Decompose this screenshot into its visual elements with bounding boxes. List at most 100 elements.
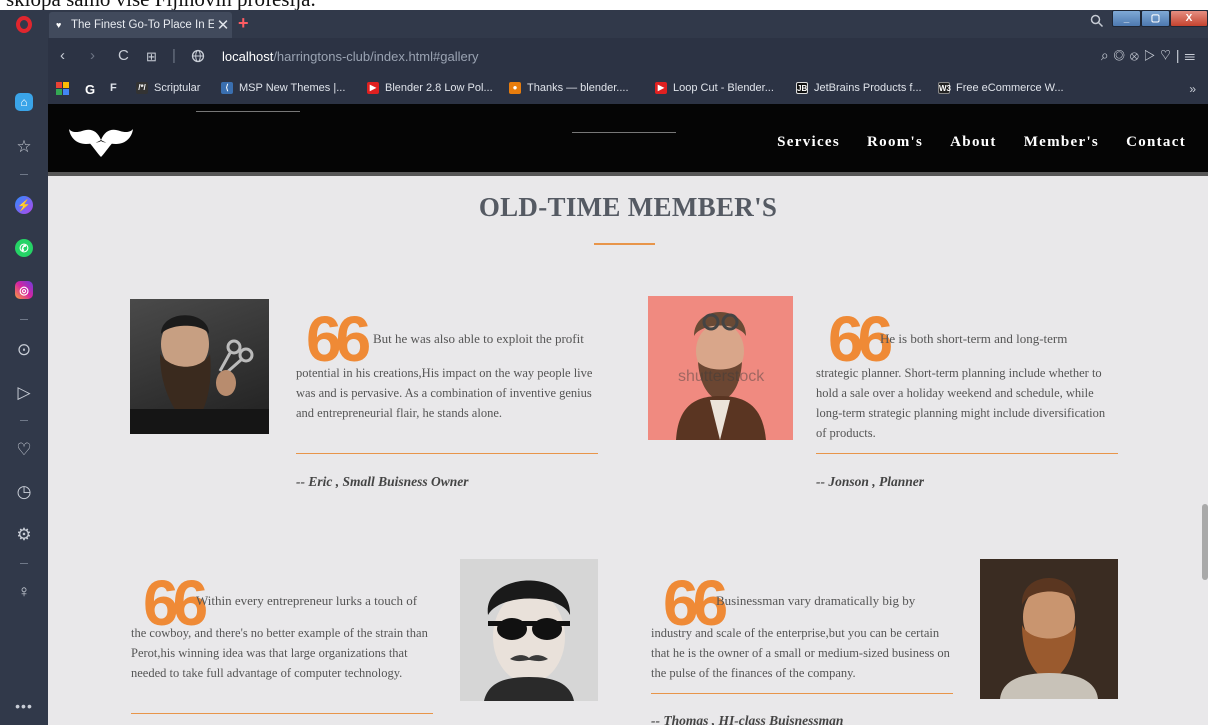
- heart-icon[interactable]: ♡: [1160, 47, 1176, 63]
- tabs-grid-icon[interactable]: ⊞: [146, 49, 157, 65]
- history-icon[interactable]: ◷: [0, 482, 48, 502]
- title-underline: [594, 243, 655, 245]
- quote-first-line: He is both short-term and long-term: [880, 331, 1068, 346]
- quote-body: potential in his creations,His impact on…: [296, 366, 593, 420]
- bookmark-item[interactable]: ● Thanks — blender....: [509, 82, 629, 94]
- easy-setup-icon[interactable]: ☰: [1185, 47, 1201, 63]
- section-title: OLD-TIME MEMBER'S: [478, 192, 778, 222]
- address-divider: |: [172, 47, 176, 64]
- testimonial-card: 66 Within every entrepreneur lurks a tou…: [131, 571, 436, 723]
- bookmark-item[interactable]: JB JetBrains Products f...: [796, 82, 922, 94]
- bookmark-label: Thanks — blender....: [527, 82, 629, 94]
- instagram-icon[interactable]: ◎: [0, 281, 48, 299]
- mustache-logo-icon[interactable]: [68, 128, 134, 163]
- google-icon[interactable]: G: [85, 82, 95, 97]
- address-actions: ⌕◎⊗▷♡|☰: [1101, 47, 1200, 64]
- site-navbar: Services Room's About Member's Contact: [48, 104, 1208, 176]
- nav-link-members[interactable]: Member's: [1024, 134, 1099, 151]
- reload-button[interactable]: C: [118, 47, 129, 64]
- nav-decor-line: [572, 132, 676, 133]
- nav-decor-line: [196, 111, 300, 112]
- sidebar-divider: [20, 563, 28, 564]
- bookmark-label: Blender 2.8 Low Pol...: [385, 82, 493, 94]
- bookmark-label: MSP New Themes |...: [239, 82, 346, 94]
- tips-icon[interactable]: ♀: [0, 582, 48, 602]
- quote-author: -- Thomas , HI-class Buisnessman: [651, 713, 844, 725]
- back-button[interactable]: ‹: [60, 47, 65, 64]
- send-icon[interactable]: ▷: [1144, 47, 1160, 63]
- member-photo-jonson: shutterstock: [648, 296, 793, 440]
- testimonial-card: 66 But he was also able to exploit the p…: [296, 307, 598, 504]
- tab-search-icon[interactable]: [1090, 14, 1104, 31]
- quote-author: -- Jonson , Planner: [816, 474, 925, 489]
- bookmark-item[interactable]: ⟨ MSP New Themes |...: [221, 82, 345, 94]
- sidebar-divider: [20, 319, 28, 320]
- find-icon[interactable]: ⌕: [1101, 47, 1114, 63]
- quote-body: industry and scale of the enterprise,but…: [651, 626, 950, 680]
- quote-author: -- Eric , Small Buisness Owner: [296, 474, 469, 489]
- bookmarks-icon[interactable]: ☆: [0, 137, 48, 157]
- member-photo-eric: [130, 299, 269, 434]
- quote-body: strategic planner. Short-term planning i…: [816, 366, 1106, 440]
- nav-link-about[interactable]: About: [950, 134, 997, 151]
- testimonial-card: 66 He is both short-term and long-term s…: [816, 303, 1118, 504]
- bookmark-label: JetBrains Products f...: [814, 82, 922, 94]
- more-icon[interactable]: •••: [0, 698, 48, 714]
- flow-icon[interactable]: ▷: [0, 383, 48, 403]
- pinboards-icon[interactable]: ♡: [0, 440, 48, 460]
- bookmark-label: Free eCommerce W...: [956, 82, 1064, 94]
- bookmark-item[interactable]: W3 Free eCommerce W...: [938, 82, 1064, 94]
- address-bar: ‹ › C ⊞ | localhost/harringtons-club/ind…: [48, 38, 1208, 76]
- tab-title: The Finest Go-To Place In E: [71, 19, 214, 31]
- quote-first-line: Businessman vary dramatically big by: [716, 593, 916, 608]
- nav-link-contact[interactable]: Contact: [1126, 134, 1186, 151]
- tab-favicon-icon: ♥: [56, 20, 62, 30]
- url-field[interactable]: localhost/harringtons-club/index.html#ga…: [222, 49, 479, 64]
- sidebar-divider: [20, 174, 28, 175]
- maximize-button[interactable]: ▢: [1141, 10, 1170, 27]
- browser-tab[interactable]: ♥ The Finest Go-To Place In E ✕: [49, 12, 232, 38]
- bookmark-label: Scriptular: [154, 82, 201, 94]
- photo-watermark: shutterstock: [678, 368, 765, 385]
- menu-divider: |: [1175, 47, 1185, 63]
- bookmark-item[interactable]: ▶ Blender 2.8 Low Pol...: [367, 82, 493, 94]
- whatsapp-icon[interactable]: ✆: [0, 239, 48, 257]
- bookmarks-more-button[interactable]: »: [1189, 82, 1196, 96]
- browser-sidebar: ⌂ ☆ ⚡ ✆ ◎ ⊙ ▷ ♡ ◷ ⚙ ♀ •••: [0, 38, 48, 725]
- snapshot-icon[interactable]: ◎: [1114, 47, 1130, 63]
- testimonial-card: 66 Businessman vary dramatically big by …: [651, 571, 956, 725]
- document-text: sklopa samo više Fijinovih profesija.: [6, 0, 316, 10]
- opera-logo-icon[interactable]: [0, 10, 48, 38]
- settings-icon[interactable]: ⚙: [0, 525, 48, 545]
- close-window-button[interactable]: X: [1170, 10, 1208, 27]
- nav-link-rooms[interactable]: Room's: [867, 134, 923, 151]
- forward-button[interactable]: ›: [90, 47, 95, 64]
- bookmark-item[interactable]: /*/Scriptular: [136, 82, 200, 94]
- bookmarks-bar: G F /*/Scriptular ⟨ MSP New Themes |... ▶…: [48, 76, 1208, 104]
- page-scrollbar-thumb[interactable]: [1202, 504, 1208, 580]
- quote-first-line: Within every entrepreneur lurks a touch …: [196, 593, 418, 608]
- apps-icon[interactable]: [56, 82, 69, 95]
- messenger-icon[interactable]: ⚡: [0, 196, 48, 214]
- quote-first-line: But he was also able to exploit the prof…: [373, 331, 584, 346]
- tab-close-icon[interactable]: ✕: [214, 16, 232, 34]
- bookmark-item[interactable]: ▶ Loop Cut - Blender...: [655, 82, 774, 94]
- minimize-button[interactable]: _: [1112, 10, 1141, 27]
- card-divider: [816, 453, 1118, 454]
- member-photo-sunglasses: [460, 559, 598, 701]
- f-bookmark-icon[interactable]: F: [110, 82, 117, 94]
- quote-body: the cowboy, and there's no better exampl…: [131, 626, 428, 680]
- adblock-icon[interactable]: ⊗: [1130, 47, 1144, 63]
- card-divider: [296, 453, 598, 454]
- member-photo-thomas: [980, 559, 1118, 699]
- new-tab-button[interactable]: +: [238, 14, 249, 32]
- quote-mark-icon: 66: [828, 303, 893, 375]
- speed-dial-button[interactable]: ⌂: [0, 93, 48, 111]
- card-divider: [651, 693, 953, 694]
- site-info-icon[interactable]: [191, 49, 205, 67]
- nav-link-services[interactable]: Services: [777, 134, 840, 151]
- url-path: /harringtons-club/index.html#gallery: [273, 49, 479, 64]
- sidebar-divider: [20, 420, 28, 421]
- player-icon[interactable]: ⊙: [0, 340, 48, 360]
- url-host: localhost: [222, 49, 274, 64]
